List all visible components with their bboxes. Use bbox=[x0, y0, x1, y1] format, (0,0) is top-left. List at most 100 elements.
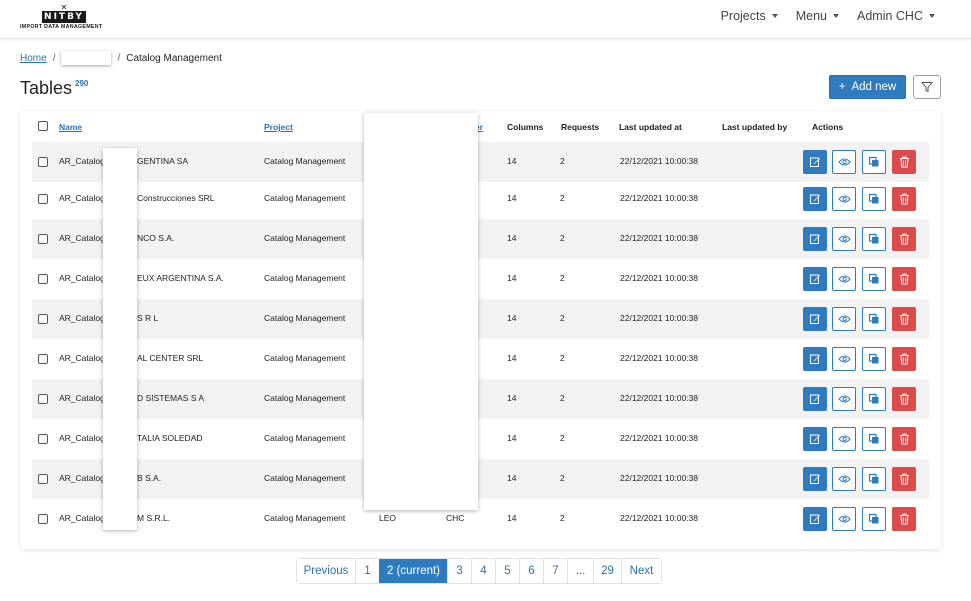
pagination: Previous 1 2 (current) 3 4 5 6 7... 29 Next bbox=[296, 558, 662, 584]
copy-button[interactable] bbox=[862, 507, 886, 531]
page-6[interactable]: 6 bbox=[519, 559, 543, 583]
header-project[interactable]: Project bbox=[264, 122, 293, 132]
edit-button[interactable] bbox=[803, 347, 827, 371]
row-checkbox[interactable] bbox=[38, 194, 48, 204]
breadcrumb-current: Catalog Management bbox=[126, 52, 222, 64]
add-new-button[interactable]: + Add new bbox=[829, 75, 906, 99]
row-checkbox[interactable] bbox=[38, 474, 48, 484]
row-name-start: AR_Catalog bbox=[59, 513, 105, 523]
filter-button[interactable] bbox=[913, 75, 941, 99]
row-owner: CHC bbox=[446, 513, 465, 523]
delete-button[interactable] bbox=[892, 387, 916, 411]
delete-button[interactable] bbox=[892, 347, 916, 371]
eye-icon bbox=[837, 275, 851, 283]
copy-button[interactable] bbox=[862, 267, 886, 291]
row-name-end: AL CENTER SRL bbox=[137, 353, 204, 363]
delete-button[interactable] bbox=[892, 507, 916, 531]
eye-icon bbox=[837, 395, 851, 403]
row-columns: 14 bbox=[507, 433, 517, 443]
header-last-updated-by: Last updated by bbox=[722, 122, 788, 132]
delete-button[interactable] bbox=[892, 150, 916, 174]
copy-button[interactable] bbox=[862, 187, 886, 211]
breadcrumb-home-link[interactable]: Home bbox=[20, 53, 47, 64]
logo-subtitle: IMPORT DATA MANAGEMENT bbox=[20, 24, 103, 30]
eye-icon bbox=[837, 515, 851, 523]
copy-icon bbox=[868, 473, 879, 484]
nav-menu-dropdown[interactable]: Menu bbox=[790, 9, 845, 23]
page-29[interactable]: 29 bbox=[593, 559, 621, 583]
copy-button[interactable] bbox=[862, 387, 886, 411]
select-all-checkbox[interactable] bbox=[38, 121, 48, 131]
table-row: AR_Catalog S R L Catalog Management 14 2… bbox=[32, 299, 929, 339]
view-button[interactable] bbox=[832, 227, 856, 251]
row-requests: 2 bbox=[560, 233, 565, 243]
edit-button[interactable] bbox=[803, 507, 827, 531]
edit-button[interactable] bbox=[803, 387, 827, 411]
edit-button[interactable] bbox=[803, 307, 827, 331]
delete-button[interactable] bbox=[892, 307, 916, 331]
copy-button[interactable] bbox=[862, 307, 886, 331]
page-3[interactable]: 3 bbox=[447, 559, 471, 583]
edit-icon bbox=[810, 514, 820, 524]
page-2-current[interactable]: 2 (current) bbox=[379, 559, 447, 583]
nav-menu-label: Menu bbox=[795, 9, 827, 23]
edit-button[interactable] bbox=[803, 187, 827, 211]
edit-button[interactable] bbox=[803, 150, 827, 174]
row-updated-at: 22/12/2021 10:00:38 bbox=[620, 313, 698, 323]
row-checkbox[interactable] bbox=[38, 514, 48, 524]
edit-button[interactable] bbox=[803, 467, 827, 491]
page-7[interactable]: 7 bbox=[543, 559, 567, 583]
view-button[interactable] bbox=[832, 467, 856, 491]
row-checkbox[interactable] bbox=[38, 434, 48, 444]
row-project: Catalog Management bbox=[264, 233, 346, 243]
delete-button[interactable] bbox=[892, 187, 916, 211]
row-columns: 14 bbox=[507, 313, 517, 323]
delete-button[interactable] bbox=[892, 467, 916, 491]
view-button[interactable] bbox=[832, 187, 856, 211]
view-button[interactable] bbox=[832, 150, 856, 174]
delete-button[interactable] bbox=[892, 227, 916, 251]
page-next[interactable]: Next bbox=[621, 559, 661, 583]
delete-button[interactable] bbox=[892, 427, 916, 451]
view-button[interactable] bbox=[832, 307, 856, 331]
row-checkbox[interactable] bbox=[38, 314, 48, 324]
trash-icon bbox=[899, 233, 909, 245]
view-button[interactable] bbox=[832, 387, 856, 411]
view-button[interactable] bbox=[832, 507, 856, 531]
trash-icon bbox=[899, 393, 909, 405]
header-name[interactable]: Name bbox=[59, 122, 82, 132]
view-button[interactable] bbox=[832, 427, 856, 451]
row-checkbox[interactable] bbox=[38, 354, 48, 364]
copy-icon bbox=[868, 353, 879, 364]
row-checkbox[interactable] bbox=[38, 157, 48, 167]
view-button[interactable] bbox=[832, 267, 856, 291]
copy-button[interactable] bbox=[862, 347, 886, 371]
copy-button[interactable] bbox=[862, 150, 886, 174]
copy-button[interactable] bbox=[862, 227, 886, 251]
nav-user-dropdown[interactable]: Admin CHC bbox=[851, 9, 941, 23]
app-logo[interactable]: ✕ NITBY IMPORT DATA MANAGEMENT bbox=[20, 3, 112, 33]
row-name-start: AR_Catalog bbox=[59, 353, 105, 363]
copy-icon bbox=[868, 233, 879, 244]
page-1[interactable]: 1 bbox=[355, 559, 379, 583]
header-last-updated-at: Last updated at bbox=[619, 122, 682, 132]
row-checkbox[interactable] bbox=[38, 274, 48, 284]
copy-button[interactable] bbox=[862, 427, 886, 451]
page-previous[interactable]: Previous bbox=[297, 559, 355, 583]
row-checkbox[interactable] bbox=[38, 394, 48, 404]
edit-button[interactable] bbox=[803, 267, 827, 291]
row-requests: 2 bbox=[560, 393, 565, 403]
row-checkbox[interactable] bbox=[38, 234, 48, 244]
row-name-end: Construcciones SRL bbox=[137, 193, 215, 203]
copy-button[interactable] bbox=[862, 467, 886, 491]
row-project: Catalog Management bbox=[264, 273, 346, 283]
view-button[interactable] bbox=[832, 347, 856, 371]
delete-button[interactable] bbox=[892, 267, 916, 291]
edit-button[interactable] bbox=[803, 427, 827, 451]
header-actions: Actions bbox=[812, 122, 844, 132]
edit-button[interactable] bbox=[803, 227, 827, 251]
row-updated-at: 22/12/2021 10:00:38 bbox=[620, 156, 698, 166]
nav-projects-dropdown[interactable]: Projects bbox=[715, 9, 784, 23]
page-5[interactable]: 5 bbox=[495, 559, 519, 583]
page-4[interactable]: 4 bbox=[471, 559, 495, 583]
